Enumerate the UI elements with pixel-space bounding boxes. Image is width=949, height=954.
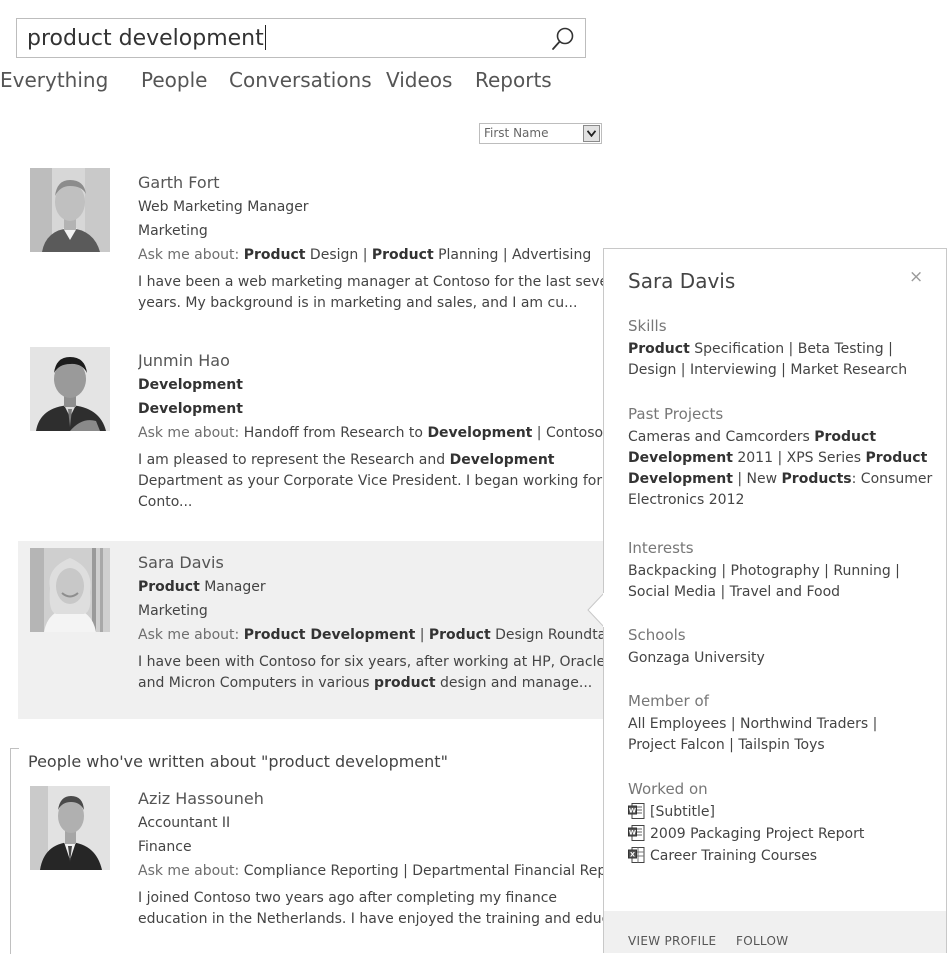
card-section-heading: Member of [628, 692, 709, 710]
card-section-worked-on: Worked on W [Subtitle] W 2009 Packaging … [628, 778, 928, 867]
worked-on-item[interactable]: W 2009 Packaging Project Report [628, 823, 928, 845]
person-name[interactable]: Sara Davis [138, 550, 604, 575]
text-line: Development 2011 | XPS Series Product [628, 450, 928, 466]
card-section-heading: Past Projects [628, 405, 724, 423]
tab-videos[interactable]: Videos [386, 68, 452, 92]
chevron-down-icon [587, 130, 596, 137]
tab-people[interactable]: People [141, 68, 207, 92]
excel-document-icon: X [628, 847, 645, 863]
sort-selected-value: First Name [484, 126, 549, 140]
result-card-sara-davis[interactable]: Sara Davis Product Manager Marketing Ask… [18, 541, 604, 719]
result-card-garth-fort[interactable]: Garth Fort Web Marketing Manager Marketi… [18, 160, 604, 330]
text-caret [264, 25, 266, 50]
ask-me-about: Ask me about: Product Design | Product P… [138, 247, 592, 263]
result-card-junmin-hao[interactable]: Junmin Hao Development Development Ask m… [18, 338, 604, 536]
person-name[interactable]: Aziz Hassouneh [138, 786, 604, 811]
text-line: All Employees | Northwind Traders | [628, 716, 878, 732]
card-section-past-projects: Past Projects Cameras and Camcorders Pro… [628, 403, 933, 511]
tab-conversations[interactable]: Conversations [229, 68, 372, 92]
tab-reports[interactable]: Reports [475, 68, 552, 92]
worked-on-item[interactable]: W [Subtitle] [628, 801, 928, 823]
search-value: product development [27, 26, 264, 51]
card-section-schools: Schools Gonzaga University [628, 624, 928, 669]
tab-everything[interactable]: Everything [0, 68, 108, 92]
search-input[interactable]: product development [16, 18, 586, 58]
card-section-heading: Schools [628, 626, 686, 644]
text-line: I joined Contoso two years ago after com… [138, 890, 558, 906]
card-footer: VIEW PROFILE FOLLOW [604, 911, 946, 953]
text-line: Design | Interviewing | Market Research [628, 362, 908, 378]
profile-card: Sara Davis × Skills Product Specificatio… [603, 248, 947, 953]
result-card-aziz-hassouneh[interactable]: Aziz Hassouneh Accountant II Finance Ask… [18, 778, 604, 953]
card-section-skills: Skills Product Specification | Beta Test… [628, 315, 928, 381]
card-section-heading: Worked on [628, 780, 708, 798]
svg-text:W: W [629, 807, 636, 815]
text-line: Social Media | Travel and Food [628, 584, 841, 600]
avatar[interactable] [30, 168, 110, 252]
person-description: I have been with Contoso for six years, … [138, 652, 604, 694]
avatar[interactable] [30, 548, 110, 632]
text-line: Electronics 2012 [628, 492, 745, 508]
person-description: I have been a web marketing manager at C… [138, 272, 604, 314]
ask-me-about: Ask me about: Handoff from Research to D… [138, 425, 604, 441]
follow-link[interactable]: FOLLOW [736, 934, 788, 948]
word-document-icon: W [628, 825, 645, 841]
avatar[interactable] [30, 347, 110, 431]
text-line: Backpacking | Photography | Running | [628, 563, 900, 579]
ask-me-about: Ask me about: Compliance Reporting | Dep… [138, 863, 604, 879]
card-person-name[interactable]: Sara Davis [628, 269, 735, 293]
card-section-interests: Interests Backpacking | Photography | Ru… [628, 537, 928, 603]
text-line: Gonzaga University [628, 650, 765, 666]
svg-text:X: X [630, 851, 635, 859]
avatar[interactable] [30, 786, 110, 870]
card-section-member-of: Member of All Employees | Northwind Trad… [628, 690, 928, 756]
card-section-heading: Interests [628, 539, 694, 557]
person-title: Product Manager [138, 579, 266, 595]
person-title: Web Marketing Manager [138, 199, 309, 215]
text-line: I have been a web marketing manager at C… [138, 274, 604, 290]
person-description: I joined Contoso two years ago after com… [138, 888, 604, 930]
text-line: Product Specification | Beta Testing | [628, 341, 893, 357]
text-line: Department as your Corporate Vice Presid… [138, 473, 603, 489]
text-line: years. My background is in marketing and… [138, 295, 578, 311]
dropdown-button[interactable] [583, 125, 600, 142]
worked-on-item[interactable]: X Career Training Courses [628, 845, 928, 867]
person-description: I am pleased to represent the Research a… [138, 450, 604, 513]
text-line: I have been with Contoso for six years, … [138, 654, 604, 670]
word-document-icon: W [628, 803, 645, 819]
text-line: Project Falcon | Tailspin Toys [628, 737, 825, 753]
person-department: Marketing [138, 223, 208, 239]
person-title: Development [138, 377, 243, 393]
card-pointer [587, 593, 611, 627]
person-department: Finance [138, 839, 192, 855]
person-department: Marketing [138, 603, 208, 619]
person-name[interactable]: Junmin Hao [138, 348, 604, 373]
text-line: Development | New Products: Consumer [628, 471, 933, 487]
text-line: education in the Netherlands. I have enj… [138, 911, 604, 927]
svg-text:W: W [629, 829, 636, 837]
person-title: Accountant II [138, 815, 231, 831]
text-line: and Micron Computers in various product … [138, 675, 593, 691]
section-heading-written-about: People who've written about "product dev… [28, 752, 448, 771]
close-icon[interactable]: × [909, 267, 923, 287]
sort-select[interactable]: First Name [479, 123, 602, 144]
view-profile-link[interactable]: VIEW PROFILE [628, 934, 716, 948]
ask-me-about: Ask me about: Product Development | Prod… [138, 627, 604, 643]
person-department: Development [138, 401, 243, 417]
text-line: I am pleased to represent the Research a… [138, 452, 555, 468]
card-section-heading: Skills [628, 317, 667, 335]
person-name[interactable]: Garth Fort [138, 170, 604, 195]
search-icon[interactable] [551, 26, 575, 52]
text-line: Cameras and Camcorders Product [628, 429, 877, 445]
text-line: Conto... [138, 494, 193, 510]
